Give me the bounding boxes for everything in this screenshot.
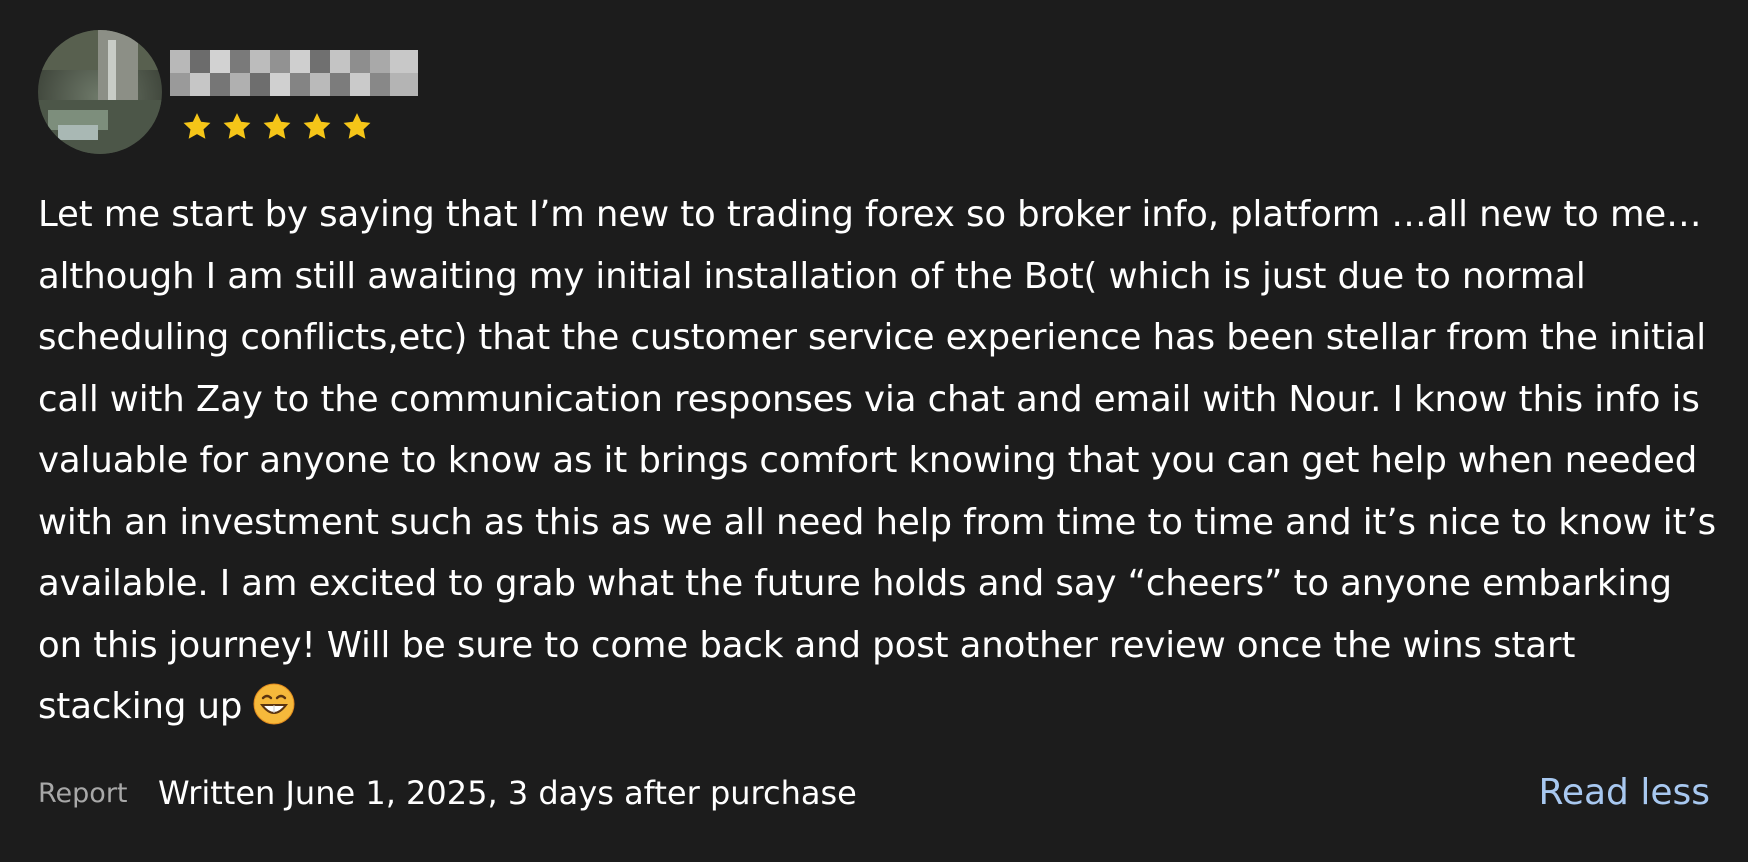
reviewer-name-redacted xyxy=(170,50,418,96)
star-icon xyxy=(223,113,251,139)
avatar[interactable] xyxy=(38,30,162,154)
avatar-photo-icon xyxy=(38,30,162,154)
review-card: Let me start by saying that I’m new to t… xyxy=(0,0,1748,862)
review-body: Let me start by saying that I’m new to t… xyxy=(38,184,1718,738)
star-icon xyxy=(343,113,371,139)
written-date: Written June 1, 2025, 3 days after purch… xyxy=(158,774,857,812)
report-link[interactable]: Report xyxy=(38,778,128,809)
star-icon xyxy=(303,113,331,139)
review-body-text: Let me start by saying that I’m new to t… xyxy=(38,194,1716,727)
grinning-face-icon xyxy=(253,683,295,725)
star-icon xyxy=(263,113,291,139)
read-less-link[interactable]: Read less xyxy=(1538,772,1710,813)
review-footer: Report Written June 1, 2025, 3 days afte… xyxy=(38,770,1710,820)
star-icon xyxy=(183,113,211,139)
redacted-name-mosaic xyxy=(170,50,418,96)
star-rating xyxy=(180,110,374,146)
